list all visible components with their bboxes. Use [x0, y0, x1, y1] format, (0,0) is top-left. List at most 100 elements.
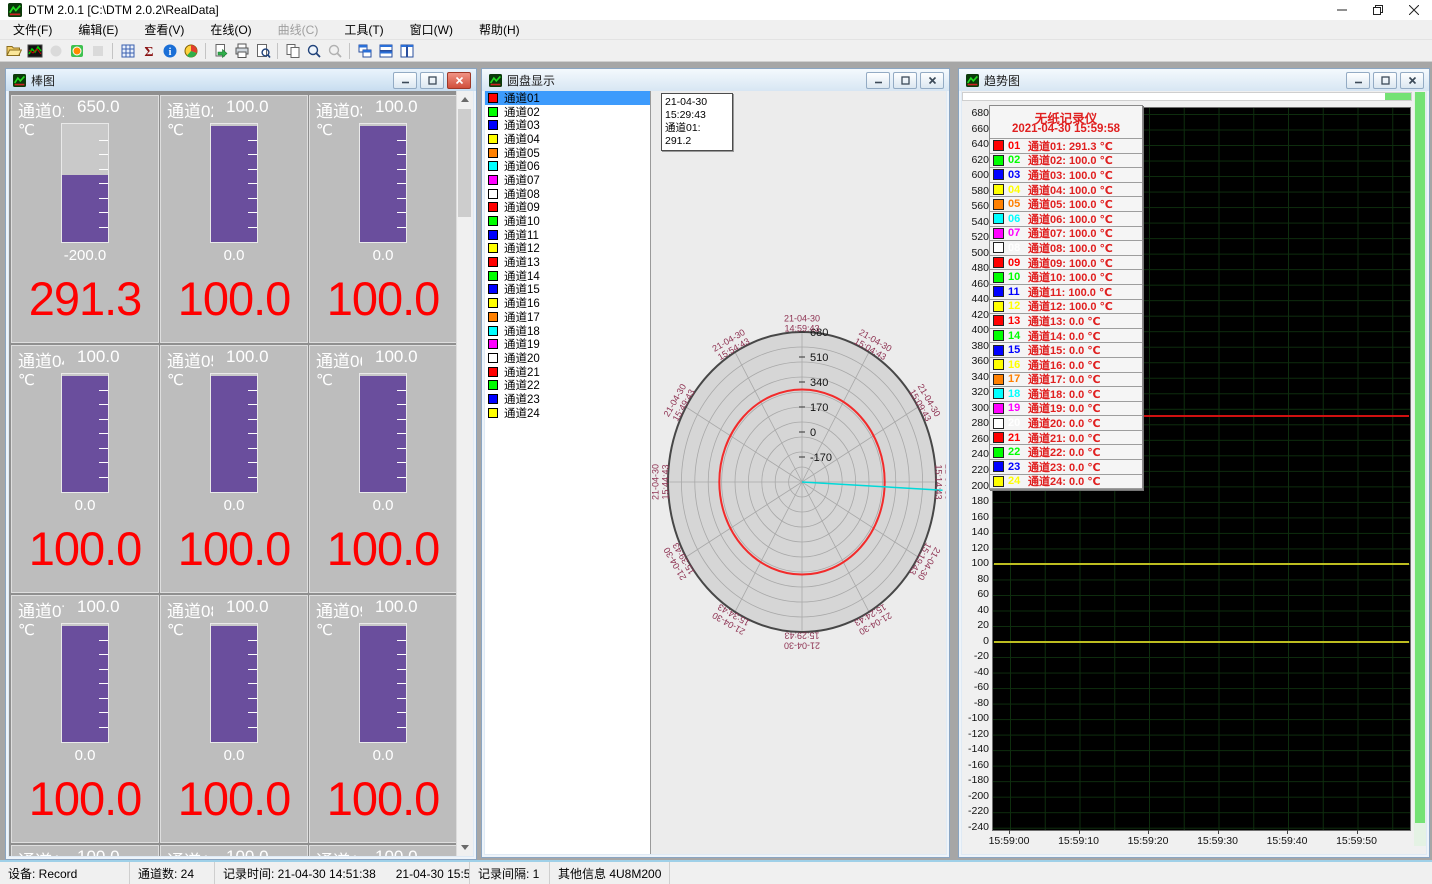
trend-horizontal-scrollbar[interactable]	[962, 92, 1412, 101]
channel-list-item[interactable]: 通道24	[485, 406, 650, 420]
bar-close-button[interactable]	[447, 72, 471, 89]
disc-close-button[interactable]	[920, 72, 944, 89]
gauge-tick	[397, 683, 406, 684]
legend-channel-number: 01	[1008, 140, 1028, 152]
gauge-unit: ℃	[18, 121, 35, 139]
gauge-tick	[99, 183, 108, 184]
disc-window-title-bar[interactable]: 圆盘显示	[482, 69, 949, 91]
zoom-out-icon	[324, 41, 345, 61]
channel-color-swatch	[488, 134, 498, 144]
gauge-cell: 通道12100.0℃0.0100.0	[309, 845, 457, 856]
record-start-icon[interactable]	[66, 41, 87, 61]
y-axis-label: 540	[963, 216, 989, 228]
y-axis-label: 420	[963, 309, 989, 321]
trend-chart-window: 趋势图 680660640620600580560540520500480460…	[958, 68, 1430, 858]
gauge-max-label: 100.0	[375, 97, 418, 122]
realtime-chart-icon[interactable]	[24, 41, 45, 61]
menu-item[interactable]: 帮助(H)	[466, 19, 533, 40]
value-tooltip: 21-04-30 15:29:43 通道01: 291.2	[661, 93, 733, 151]
data-table-icon[interactable]	[117, 41, 138, 61]
y-axis-label: 180	[963, 495, 989, 507]
gauge-tick	[248, 433, 257, 434]
minimize-button[interactable]	[1324, 0, 1360, 20]
gauge-tick	[248, 669, 257, 670]
trend-window-title: 趋势图	[984, 72, 1346, 89]
menu-item[interactable]: 查看(V)	[131, 19, 197, 40]
close-button[interactable]	[1396, 0, 1432, 20]
gauge-channel-name: 通道03	[316, 97, 362, 122]
trend-minimize-button[interactable]	[1346, 72, 1370, 89]
gauge-max-label: 100.0	[77, 347, 120, 372]
legend-channel-number: 21	[1008, 432, 1028, 444]
app-title-bar[interactable]: DTM 2.0.1 [C:\DTM 2.0.2\RealData]	[0, 0, 1432, 20]
x-axis-label: 15:59:10	[1058, 835, 1099, 847]
print-preview-icon[interactable]	[252, 41, 273, 61]
legend-row: 13通道13: 0.0 ℃	[990, 314, 1142, 329]
scrollbar-thumb[interactable]	[1415, 92, 1425, 823]
tile-horizontal-icon[interactable]	[375, 41, 396, 61]
y-axis-label: 220	[963, 464, 989, 476]
scroll-down-arrow-icon[interactable]	[457, 840, 472, 855]
channel-color-swatch	[488, 367, 498, 377]
scrollbar-thumb[interactable]	[458, 109, 471, 217]
gauge-channel-name: 通道09	[316, 597, 362, 622]
legend-datetime: 2021-04-30 15:59:58	[990, 123, 1142, 139]
open-file-icon[interactable]	[3, 41, 24, 61]
toolbar: Σi	[0, 39, 1432, 62]
legend-row: 05通道05: 100.0 ℃	[990, 197, 1142, 212]
export-icon[interactable]	[210, 41, 231, 61]
tile-vertical-icon[interactable]	[396, 41, 417, 61]
print-icon[interactable]	[231, 41, 252, 61]
zoom-icon[interactable]	[303, 41, 324, 61]
x-axis-label: 15:59:00	[989, 835, 1030, 847]
bar-vertical-scrollbar[interactable]	[456, 91, 473, 856]
y-axis-label: -20	[963, 650, 989, 662]
y-axis-label: 60	[963, 588, 989, 600]
menu-item[interactable]: 窗口(W)	[397, 19, 466, 40]
disc-minimize-button[interactable]	[866, 72, 890, 89]
gauge-cell: 通道05100.0℃0.0100.0	[160, 345, 308, 593]
menu-item[interactable]: 文件(F)	[0, 19, 65, 40]
legend-text: 通道19: 0.0 ℃	[1028, 402, 1101, 417]
gauge-bar-track	[61, 123, 109, 243]
trend-maximize-button[interactable]	[1373, 72, 1397, 89]
gauge-tick	[99, 669, 108, 670]
gauge-tick	[248, 419, 257, 420]
maximize-button[interactable]	[1360, 0, 1396, 20]
gauge-cell: 通道01650.0℃-200.0291.3	[11, 95, 159, 343]
channel-color-swatch	[488, 107, 498, 117]
legend-channel-number: 03	[1008, 169, 1028, 181]
bar-minimize-button[interactable]	[393, 72, 417, 89]
statistics-icon[interactable]: Σ	[138, 41, 159, 61]
gauge-tick	[248, 654, 257, 655]
trend-vertical-scrollbar[interactable]	[1414, 92, 1426, 846]
gauge-tick	[248, 154, 257, 155]
info-icon[interactable]: i	[159, 41, 180, 61]
disc-maximize-button[interactable]	[893, 72, 917, 89]
legend-row: 20通道20: 0.0 ℃	[990, 416, 1142, 431]
svg-text:340: 340	[810, 377, 828, 389]
menu-item[interactable]: 编辑(E)	[65, 19, 131, 40]
channel-color-swatch	[488, 339, 498, 349]
trend-close-button[interactable]	[1400, 72, 1424, 89]
trend-window-title-bar[interactable]: 趋势图	[959, 69, 1429, 91]
scrollbar-thumb[interactable]	[1383, 93, 1411, 100]
copy-icon[interactable]	[282, 41, 303, 61]
cascade-windows-icon[interactable]	[354, 41, 375, 61]
gauge-tick	[99, 227, 108, 228]
menu-item[interactable]: 在线(O)	[197, 19, 264, 40]
pie-chart-icon[interactable]	[180, 41, 201, 61]
gauge-max-label: 100.0	[375, 347, 418, 372]
gauge-cell: 通道09100.0℃0.0100.0	[309, 595, 457, 843]
record-stop-icon	[87, 41, 108, 61]
bar-window-title-bar[interactable]: 棒图	[6, 69, 476, 91]
legend-channel-number: 12	[1008, 300, 1028, 312]
legend-color-swatch	[993, 199, 1004, 210]
channel-list: 通道01通道02通道03通道04通道05通道06通道07通道08通道09通道10…	[485, 91, 651, 854]
bar-chart-window: 棒图 通道01650.0℃-200.0291.3通道02100.0℃0.0100…	[5, 68, 477, 860]
scroll-up-arrow-icon[interactable]	[457, 92, 472, 107]
bar-maximize-button[interactable]	[420, 72, 444, 89]
channel-color-swatch	[488, 312, 498, 322]
gauge-tick	[248, 712, 257, 713]
menu-item[interactable]: 工具(T)	[331, 19, 396, 40]
